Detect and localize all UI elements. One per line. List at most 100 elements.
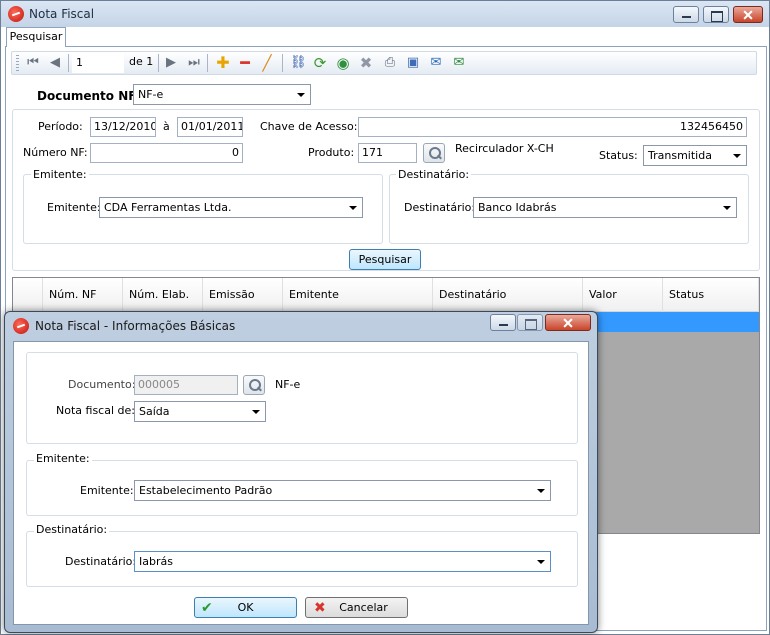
chevron-down-icon bbox=[537, 489, 545, 493]
pesquisar-button[interactable]: Pesquisar bbox=[349, 249, 421, 270]
dialog-nota-fiscal-value: Saída bbox=[139, 405, 170, 418]
chevron-down-icon bbox=[537, 560, 545, 564]
dialog-documento-tipo: NF-e bbox=[275, 378, 301, 391]
chevron-down-icon bbox=[349, 206, 357, 210]
dialog-destinatario-select[interactable]: Iabrás bbox=[134, 551, 551, 572]
destinatario-group-title: Destinatário: bbox=[396, 165, 472, 185]
status-select[interactable]: Transmitida bbox=[643, 145, 747, 166]
dialog-nota-fiscal-label: Nota fiscal de: bbox=[56, 404, 135, 417]
column-emissao[interactable]: Emissão bbox=[203, 278, 283, 312]
dialog-emitente-group-title: Emitente: bbox=[34, 449, 92, 469]
delete-icon[interactable]: ✖ bbox=[358, 55, 374, 71]
ok-button[interactable]: ✔ OK bbox=[194, 597, 297, 618]
toolbar-separator bbox=[68, 54, 69, 72]
column-valor[interactable]: Valor bbox=[583, 278, 663, 312]
print-icon[interactable]: ⎙ bbox=[382, 55, 398, 71]
dialog-emitente-label: Emitente: bbox=[80, 484, 134, 497]
column-num-elab[interactable]: Núm. Elab. bbox=[123, 278, 203, 312]
numero-nf-label: Número NF: bbox=[23, 146, 88, 159]
dialog-minimize-button[interactable] bbox=[490, 314, 516, 331]
chave-acesso-input[interactable]: 132456450 bbox=[358, 117, 747, 137]
remove-icon[interactable]: ━ bbox=[237, 55, 253, 71]
check-icon: ✔ bbox=[201, 600, 213, 616]
chevron-down-icon bbox=[252, 410, 260, 414]
maximize-button[interactable] bbox=[703, 6, 729, 23]
column-destinatario[interactable]: Destinatário bbox=[433, 278, 583, 312]
dialog-emitente-value: Estabelecimento Padrão bbox=[139, 484, 273, 497]
tree-icon[interactable]: ⛓ bbox=[290, 55, 307, 71]
periodo-separator: à bbox=[163, 120, 170, 133]
toolbar: ⏮ ◀ 1 de 1 ▶ ⏭ ✚ ━ ╱ ⛓ ⟳ ◉ ✖ ⎙ ▣ ✉ ✉ bbox=[11, 51, 757, 75]
export-icon[interactable]: ▣ bbox=[405, 55, 421, 71]
add-icon[interactable]: ✚ bbox=[215, 55, 231, 71]
produto-label: Produto: bbox=[308, 146, 355, 159]
first-record-icon[interactable]: ⏮ bbox=[25, 55, 41, 71]
destinatario-label: Destinatário: bbox=[404, 201, 476, 214]
close-button[interactable] bbox=[733, 6, 763, 23]
chevron-down-icon bbox=[297, 93, 305, 97]
produto-description: Recirculador X-CH bbox=[455, 142, 554, 155]
cancel-button[interactable]: ✖ Cancelar bbox=[305, 597, 408, 618]
info-dialog: Nota Fiscal - Informações Básicas Docume… bbox=[4, 311, 598, 633]
chave-acesso-label: Chave de Acesso: bbox=[260, 120, 358, 133]
last-record-icon[interactable]: ⏭ bbox=[186, 55, 202, 71]
produto-code-input[interactable]: 171 bbox=[358, 143, 417, 163]
cancel-icon: ✖ bbox=[314, 600, 326, 616]
periodo-label: Período: bbox=[38, 120, 83, 133]
globe-icon[interactable]: ◉ bbox=[335, 55, 351, 71]
column-emitente[interactable]: Emitente bbox=[283, 278, 433, 312]
record-count-label: de 1 bbox=[129, 55, 154, 68]
minimize-button[interactable] bbox=[673, 6, 699, 23]
grid-header: Núm. NF Núm. Elab. Emissão Emitente Dest… bbox=[13, 278, 759, 312]
documento-select[interactable]: NF-e bbox=[133, 84, 311, 105]
ok-button-label: OK bbox=[237, 601, 254, 614]
toolbar-separator bbox=[282, 54, 283, 72]
dialog-documento-group bbox=[26, 352, 578, 444]
record-position-input[interactable]: 1 bbox=[72, 53, 124, 73]
tab-pesquisar[interactable]: Pesquisar bbox=[6, 27, 66, 47]
dialog-emitente-select[interactable]: Estabelecimento Padrão bbox=[134, 480, 551, 501]
destinatario-select[interactable]: Banco Idabrás bbox=[473, 197, 737, 218]
dialog-close-button[interactable] bbox=[545, 314, 591, 331]
emitente-group-title: Emitente: bbox=[31, 165, 89, 185]
send-email-icon[interactable]: ✉ bbox=[451, 55, 467, 71]
dialog-title: Nota Fiscal - Informações Básicas bbox=[35, 319, 236, 333]
refresh-icon[interactable]: ⟳ bbox=[312, 55, 328, 71]
emitente-select-value: CDA Ferramentas Ltda. bbox=[104, 201, 232, 214]
periodo-fim-input[interactable]: 01/01/2011 bbox=[177, 117, 243, 137]
dialog-nota-fiscal-select[interactable]: Saída bbox=[134, 401, 266, 422]
dialog-app-icon bbox=[13, 318, 29, 334]
column-status[interactable]: Status bbox=[663, 278, 759, 312]
chevron-down-icon bbox=[733, 154, 741, 158]
emitente-label: Emitente: bbox=[47, 201, 101, 214]
dialog-documento-search-icon[interactable] bbox=[243, 375, 265, 395]
prev-record-icon[interactable]: ◀ bbox=[47, 55, 63, 71]
status-label: Status: bbox=[599, 149, 638, 162]
dialog-destinatario-group-title: Destinatário: bbox=[34, 520, 110, 540]
dialog-destinatario-label: Destinatário: bbox=[65, 555, 137, 568]
app-icon bbox=[8, 6, 24, 22]
next-record-icon[interactable]: ▶ bbox=[163, 55, 179, 71]
toolbar-separator bbox=[158, 54, 159, 72]
cancel-button-label: Cancelar bbox=[339, 601, 388, 614]
dialog-client: Documento: 000005 NF-e Nota fiscal de: S… bbox=[13, 341, 589, 625]
title-bar[interactable]: Nota Fiscal bbox=[1, 1, 769, 27]
emitente-select[interactable]: CDA Ferramentas Ltda. bbox=[99, 197, 363, 218]
dialog-documento-label: Documento: bbox=[68, 378, 136, 391]
chevron-down-icon bbox=[723, 206, 731, 210]
numero-nf-input[interactable]: 0 bbox=[90, 143, 243, 163]
periodo-inicio-input[interactable]: 13/12/2010 bbox=[90, 117, 156, 137]
documento-select-value: NF-e bbox=[138, 88, 164, 101]
dialog-maximize-button[interactable] bbox=[517, 314, 543, 331]
toolbar-grip[interactable] bbox=[16, 55, 19, 71]
window-title: Nota Fiscal bbox=[29, 7, 95, 21]
destinatario-select-value: Banco Idabrás bbox=[478, 201, 557, 214]
dialog-destinatario-value: Iabrás bbox=[139, 555, 173, 568]
edit-icon[interactable]: ╱ bbox=[259, 55, 275, 71]
column-num-nf[interactable]: Núm. NF bbox=[43, 278, 123, 312]
status-select-value: Transmitida bbox=[648, 149, 712, 162]
produto-search-icon[interactable] bbox=[423, 143, 445, 163]
dialog-documento-input[interactable]: 000005 bbox=[134, 375, 238, 395]
documento-label: Documento NF: bbox=[37, 89, 141, 103]
email-icon[interactable]: ✉ bbox=[428, 55, 444, 71]
